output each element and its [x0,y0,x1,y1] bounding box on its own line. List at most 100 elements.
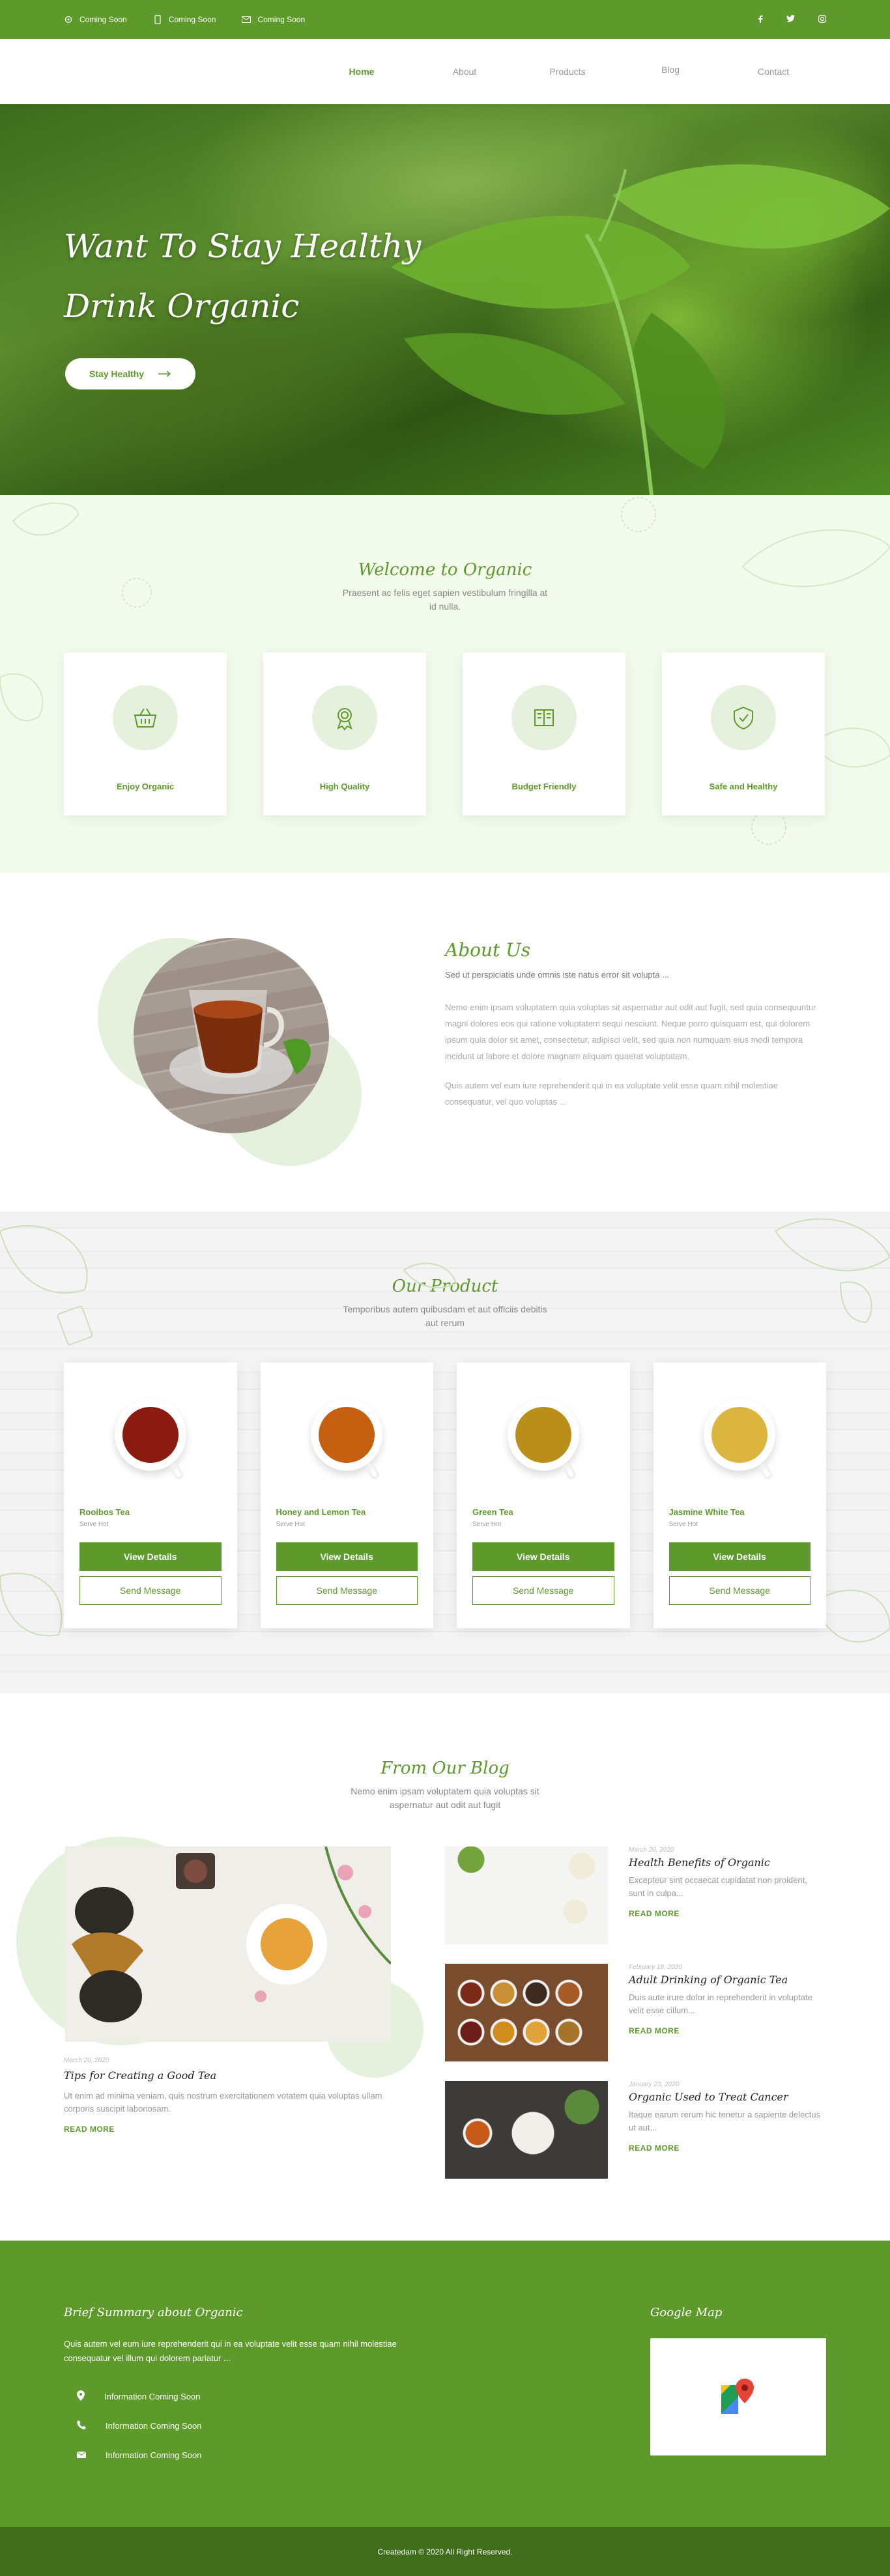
feature-card-high-quality: High Quality [263,653,426,815]
instagram-icon[interactable] [818,14,827,25]
about-paragraph-1: Nemo enim ipsam voluptatem quia voluptas… [445,1002,816,1061]
read-more-link[interactable]: READ MORE [64,2125,396,2134]
footer-summary: Quis autem vel eum iure reprehenderit qu… [64,2339,397,2363]
award-badge-icon [337,708,352,731]
blog-thumb-image[interactable] [445,2081,608,2179]
send-message-button[interactable]: Send Message [276,1576,418,1605]
blog-subtitle: Nemo enim ipsam voluptatem quia voluptas… [351,1786,539,1810]
read-more-link[interactable]: READ MORE [629,2144,824,2153]
view-details-button[interactable]: View Details [472,1542,614,1571]
product-card: Honey and Lemon Tea Serve Hot View Detai… [260,1363,433,1628]
view-details-button[interactable]: View Details [668,1542,811,1571]
hero-title-line1: Want To Stay Healthy [64,227,422,265]
nav-home[interactable]: Home [310,66,413,77]
view-details-button[interactable]: View Details [79,1542,222,1571]
footer-info-mail: Information Coming Soon [76,2450,202,2460]
tea-fill [711,1407,768,1463]
about-section: About Us Sed ut perspiciatis unde omnis … [0,873,890,1211]
send-message-button[interactable]: Send Message [79,1576,222,1605]
tea-fill [319,1407,375,1463]
stay-healthy-button[interactable]: Stay Healthy [65,358,195,389]
post-title[interactable]: Health Benefits of Organic [629,1856,824,1869]
feature-card-enjoy-organic: Enjoy Organic [64,653,227,815]
footer-info-phone-text: Information Coming Soon [106,2421,202,2431]
google-map-embed[interactable] [650,2338,826,2456]
send-message-button[interactable]: Send Message [472,1576,614,1605]
map-title: Google Map [650,2306,723,2319]
tea-fill [122,1407,179,1463]
cup-handle [168,1462,185,1481]
feature-label-high-quality: High Quality [319,782,370,791]
product-serve: Serve Hot [472,1521,502,1528]
feature-cards: Enjoy Organic High Quality Budget Friend… [0,614,890,815]
nav-products[interactable]: Products [516,66,619,77]
footer-title: Brief Summary about Organic [64,2306,243,2319]
hero-banner: Want To Stay Healthy Drink Organic Stay … [0,104,890,495]
feature-icon-circle [711,685,776,750]
feature-card-safe-healthy: Safe and Healthy [662,653,825,815]
welcome-section: Welcome to Organic Praesent ac felis ege… [0,495,890,873]
blog-section: From Our Blog Nemo enim ipsam voluptatem… [0,1693,890,2241]
footer-info-mail-text: Information Coming Soon [106,2450,202,2460]
top-bar: Coming Soon Coming Soon Coming Soon [0,0,890,39]
blog-side-post: January 23, 2020 Organic Used to Treat C… [445,2081,836,2179]
post-excerpt: Excepteur sint occaecat cupidatat non pr… [629,1875,807,1898]
send-message-button[interactable]: Send Message [668,1576,811,1605]
post-date: March 20, 2020 [64,2057,109,2064]
shield-check-icon [734,706,753,730]
about-lead: Sed ut perspiciatis unde omnis iste natu… [445,970,669,980]
feature-label-budget-friendly: Budget Friendly [511,782,577,791]
footer: Brief Summary about Organic Quis autem v… [0,2241,890,2527]
tea-cup-image [507,1399,579,1481]
about-text: About Us Sed ut perspiciatis unde omnis … [445,939,823,1110]
tea-fill [515,1407,571,1463]
blog-side-post: February 18, 2020 Adult Drinking of Orga… [445,1964,836,2061]
tea-cup-photo [134,938,329,1133]
product-card: Jasmine White Tea Serve Hot View Details… [653,1363,826,1628]
tea-cup-image [311,1399,383,1481]
nav-contact[interactable]: Contact [722,66,825,77]
basket-icon [134,708,157,728]
mail-icon [242,15,251,24]
nav-about[interactable]: About [413,66,516,77]
post-title[interactable]: Organic Used to Treat Cancer [629,2091,824,2103]
footer-info-location-text: Information Coming Soon [104,2392,201,2401]
read-more-link[interactable]: READ MORE [629,1909,824,1918]
product-serve: Serve Hot [668,1521,698,1528]
post-date: January 23, 2020 [629,2081,680,2088]
google-maps-icon [721,2379,754,2414]
blog-title: From Our Blog [380,1759,510,1778]
facebook-icon[interactable] [758,15,763,25]
product-serve: Serve Hot [276,1521,305,1528]
post-title[interactable]: Adult Drinking of Organic Tea [629,1974,824,1986]
post-excerpt: Duis aute irure dolor in reprehenderit i… [629,1992,812,2015]
product-name: Rooibos Tea [79,1507,130,1517]
twitter-icon[interactable] [786,14,795,25]
top-contacts: Coming Soon Coming Soon Coming Soon [64,15,305,24]
view-details-button[interactable]: View Details [276,1542,418,1571]
top-contact-phone-text: Coming Soon [168,15,216,24]
read-more-link[interactable]: READ MORE [629,2026,824,2035]
location-icon [64,15,73,24]
phone-icon [153,15,162,24]
feature-label-enjoy-organic: Enjoy Organic [116,782,175,791]
footer-info-location: Information Coming Soon [77,2390,200,2403]
blog-thumb-image[interactable] [445,1847,608,1944]
tea-cup-image [704,1399,776,1481]
product-name: Jasmine White Tea [668,1507,745,1517]
top-contact-mail: Coming Soon [242,15,305,24]
blog-main-meta: March 20, 2020 Tips for Creating a Good … [64,2057,396,2134]
blog-thumb-image[interactable] [445,1964,608,2061]
top-contact-phone: Coming Soon [153,15,216,24]
product-name: Honey and Lemon Tea [276,1507,366,1517]
feature-icon-circle [511,685,577,750]
post-title[interactable]: Tips for Creating a Good Tea [64,2069,396,2082]
post-date: February 18, 2020 [629,1964,682,1971]
cup-handle [757,1462,774,1481]
about-paragraph-2: Quis autem vel eum iure reprehenderit qu… [445,1081,778,1107]
nav-blog[interactable]: Blog [619,64,722,75]
copyright-bar: Createdam © 2020 All Right Reserved. [0,2527,890,2576]
hero-title: Want To Stay Healthy Drink Organic [64,216,421,336]
cup-handle [561,1462,578,1481]
blog-main-image[interactable] [65,1846,392,2042]
